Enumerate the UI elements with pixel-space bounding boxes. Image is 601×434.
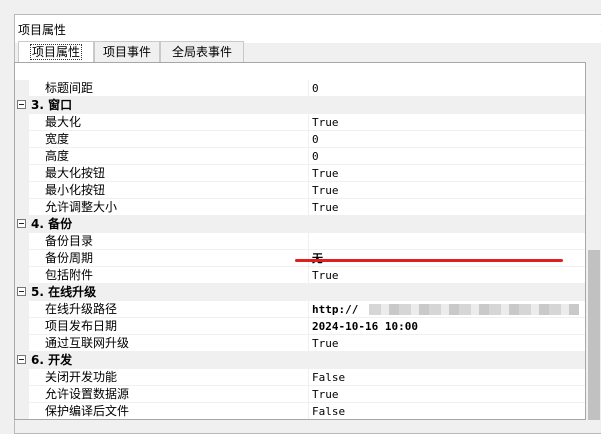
collapse-icon[interactable] bbox=[17, 355, 26, 364]
property-value[interactable]: False bbox=[308, 369, 585, 386]
row-gutter bbox=[15, 182, 29, 199]
category-row-window[interactable]: 3. 窗口 bbox=[15, 97, 585, 114]
property-value[interactable]: False bbox=[308, 403, 585, 419]
row-gutter bbox=[15, 318, 29, 335]
property-name: 宽度 bbox=[45, 132, 70, 146]
row-gutter bbox=[15, 233, 29, 250]
row-gutter bbox=[15, 80, 29, 97]
property-row[interactable]: 在线升级路径 http:// bbox=[15, 301, 585, 318]
row-gutter bbox=[15, 301, 29, 318]
property-row[interactable]: 关闭开发功能 False bbox=[15, 369, 585, 386]
property-name: 允许调整大小 bbox=[45, 200, 118, 214]
property-row[interactable]: 项目发布日期 2024-10-16 10:00 bbox=[15, 318, 585, 335]
collapse-icon[interactable] bbox=[17, 287, 26, 296]
row-gutter bbox=[15, 114, 29, 131]
property-name: 备份周期 bbox=[45, 251, 94, 265]
tab-label: 全局表事件 bbox=[171, 45, 232, 59]
property-value[interactable]: 0 bbox=[308, 131, 585, 148]
property-name: 最大化按钮 bbox=[45, 166, 106, 180]
category-name: 3. 窗口 bbox=[31, 98, 73, 112]
category-name: 5. 在线升级 bbox=[31, 285, 97, 299]
tab-label: 项目事件 bbox=[102, 45, 151, 59]
property-name: 高度 bbox=[45, 149, 70, 163]
property-row[interactable]: 保护编译后文件 False bbox=[15, 403, 585, 419]
row-gutter bbox=[15, 199, 29, 216]
property-value[interactable]: True bbox=[308, 335, 585, 352]
row-gutter bbox=[15, 369, 29, 386]
collapse-icon[interactable] bbox=[17, 100, 26, 109]
property-row[interactable]: 备份目录 bbox=[15, 233, 585, 250]
vertical-scrollbar[interactable] bbox=[587, 62, 601, 420]
scrollbar-thumb[interactable] bbox=[588, 250, 600, 420]
property-value[interactable]: http:// bbox=[308, 301, 585, 318]
property-value[interactable]: True bbox=[308, 267, 585, 284]
row-gutter bbox=[15, 335, 29, 352]
tab-project-properties[interactable]: 项目属性 bbox=[18, 41, 94, 62]
property-name: 项目发布日期 bbox=[45, 319, 118, 333]
row-gutter bbox=[15, 131, 29, 148]
title-bar: 项目属性 × bbox=[15, 15, 601, 43]
row-gutter bbox=[15, 250, 29, 267]
property-row[interactable]: 包括附件 True bbox=[15, 267, 585, 284]
property-name: 最小化按钮 bbox=[45, 183, 106, 197]
property-name: 关闭开发功能 bbox=[45, 370, 118, 384]
property-value[interactable]: True bbox=[308, 386, 585, 403]
property-row[interactable]: 高度 0 bbox=[15, 148, 585, 165]
property-row[interactable]: 最大化按钮 True bbox=[15, 165, 585, 182]
row-gutter bbox=[15, 165, 29, 182]
redacted-region bbox=[369, 304, 579, 315]
property-row[interactable]: 允许调整大小 True bbox=[15, 199, 585, 216]
window-title: 项目属性 bbox=[18, 23, 67, 37]
property-row[interactable]: 最大化 True bbox=[15, 114, 585, 131]
property-name: 备份目录 bbox=[45, 234, 94, 248]
row-gutter bbox=[15, 148, 29, 165]
property-name: 包括附件 bbox=[45, 268, 94, 282]
property-value[interactable]: True bbox=[308, 182, 585, 199]
property-row[interactable]: 标题间距 0 bbox=[15, 80, 585, 97]
category-name: 4. 备份 bbox=[31, 217, 73, 231]
tab-project-events[interactable]: 项目事件 bbox=[94, 41, 160, 62]
property-value[interactable]: 2024-10-16 10:00 bbox=[308, 318, 585, 335]
property-value[interactable] bbox=[308, 233, 585, 250]
property-value[interactable]: True bbox=[308, 165, 585, 182]
property-name: 标题间距 bbox=[45, 81, 94, 95]
property-value[interactable]: True bbox=[308, 199, 585, 216]
property-name: 通过互联网升级 bbox=[45, 336, 130, 350]
property-row[interactable]: 允许设置数据源 True bbox=[15, 386, 585, 403]
tab-global-table-events[interactable]: 全局表事件 bbox=[160, 41, 244, 62]
collapse-icon[interactable] bbox=[17, 219, 26, 228]
category-name: 6. 开发 bbox=[31, 353, 73, 367]
property-name: 保护编译后文件 bbox=[45, 404, 130, 418]
upgrade-url-text: http:// bbox=[312, 303, 359, 316]
property-name: 允许设置数据源 bbox=[45, 387, 130, 401]
property-value[interactable]: 0 bbox=[308, 148, 585, 165]
property-row[interactable]: 通过互联网升级 True bbox=[15, 335, 585, 352]
tab-label: 项目属性 bbox=[29, 44, 82, 60]
property-value[interactable]: True bbox=[308, 114, 585, 131]
property-name: 最大化 bbox=[45, 115, 82, 129]
category-row-online-upgrade[interactable]: 5. 在线升级 bbox=[15, 284, 585, 301]
row-gutter bbox=[15, 403, 29, 419]
property-name: 在线升级路径 bbox=[45, 302, 118, 316]
row-gutter bbox=[15, 386, 29, 403]
property-value[interactable]: 0 bbox=[308, 80, 585, 97]
annotation-underline bbox=[295, 259, 563, 262]
category-row-backup[interactable]: 4. 备份 bbox=[15, 216, 585, 233]
property-grid[interactable]: 标题间距 0 3. 窗口 最大化 True 宽度 0 高度 0 最大化按钮 Tr… bbox=[14, 62, 586, 420]
category-row-development[interactable]: 6. 开发 bbox=[15, 352, 585, 369]
property-row[interactable]: 宽度 0 bbox=[15, 131, 585, 148]
close-icon[interactable]: × bbox=[594, 18, 601, 38]
row-gutter bbox=[15, 267, 29, 284]
property-row[interactable]: 最小化按钮 True bbox=[15, 182, 585, 199]
